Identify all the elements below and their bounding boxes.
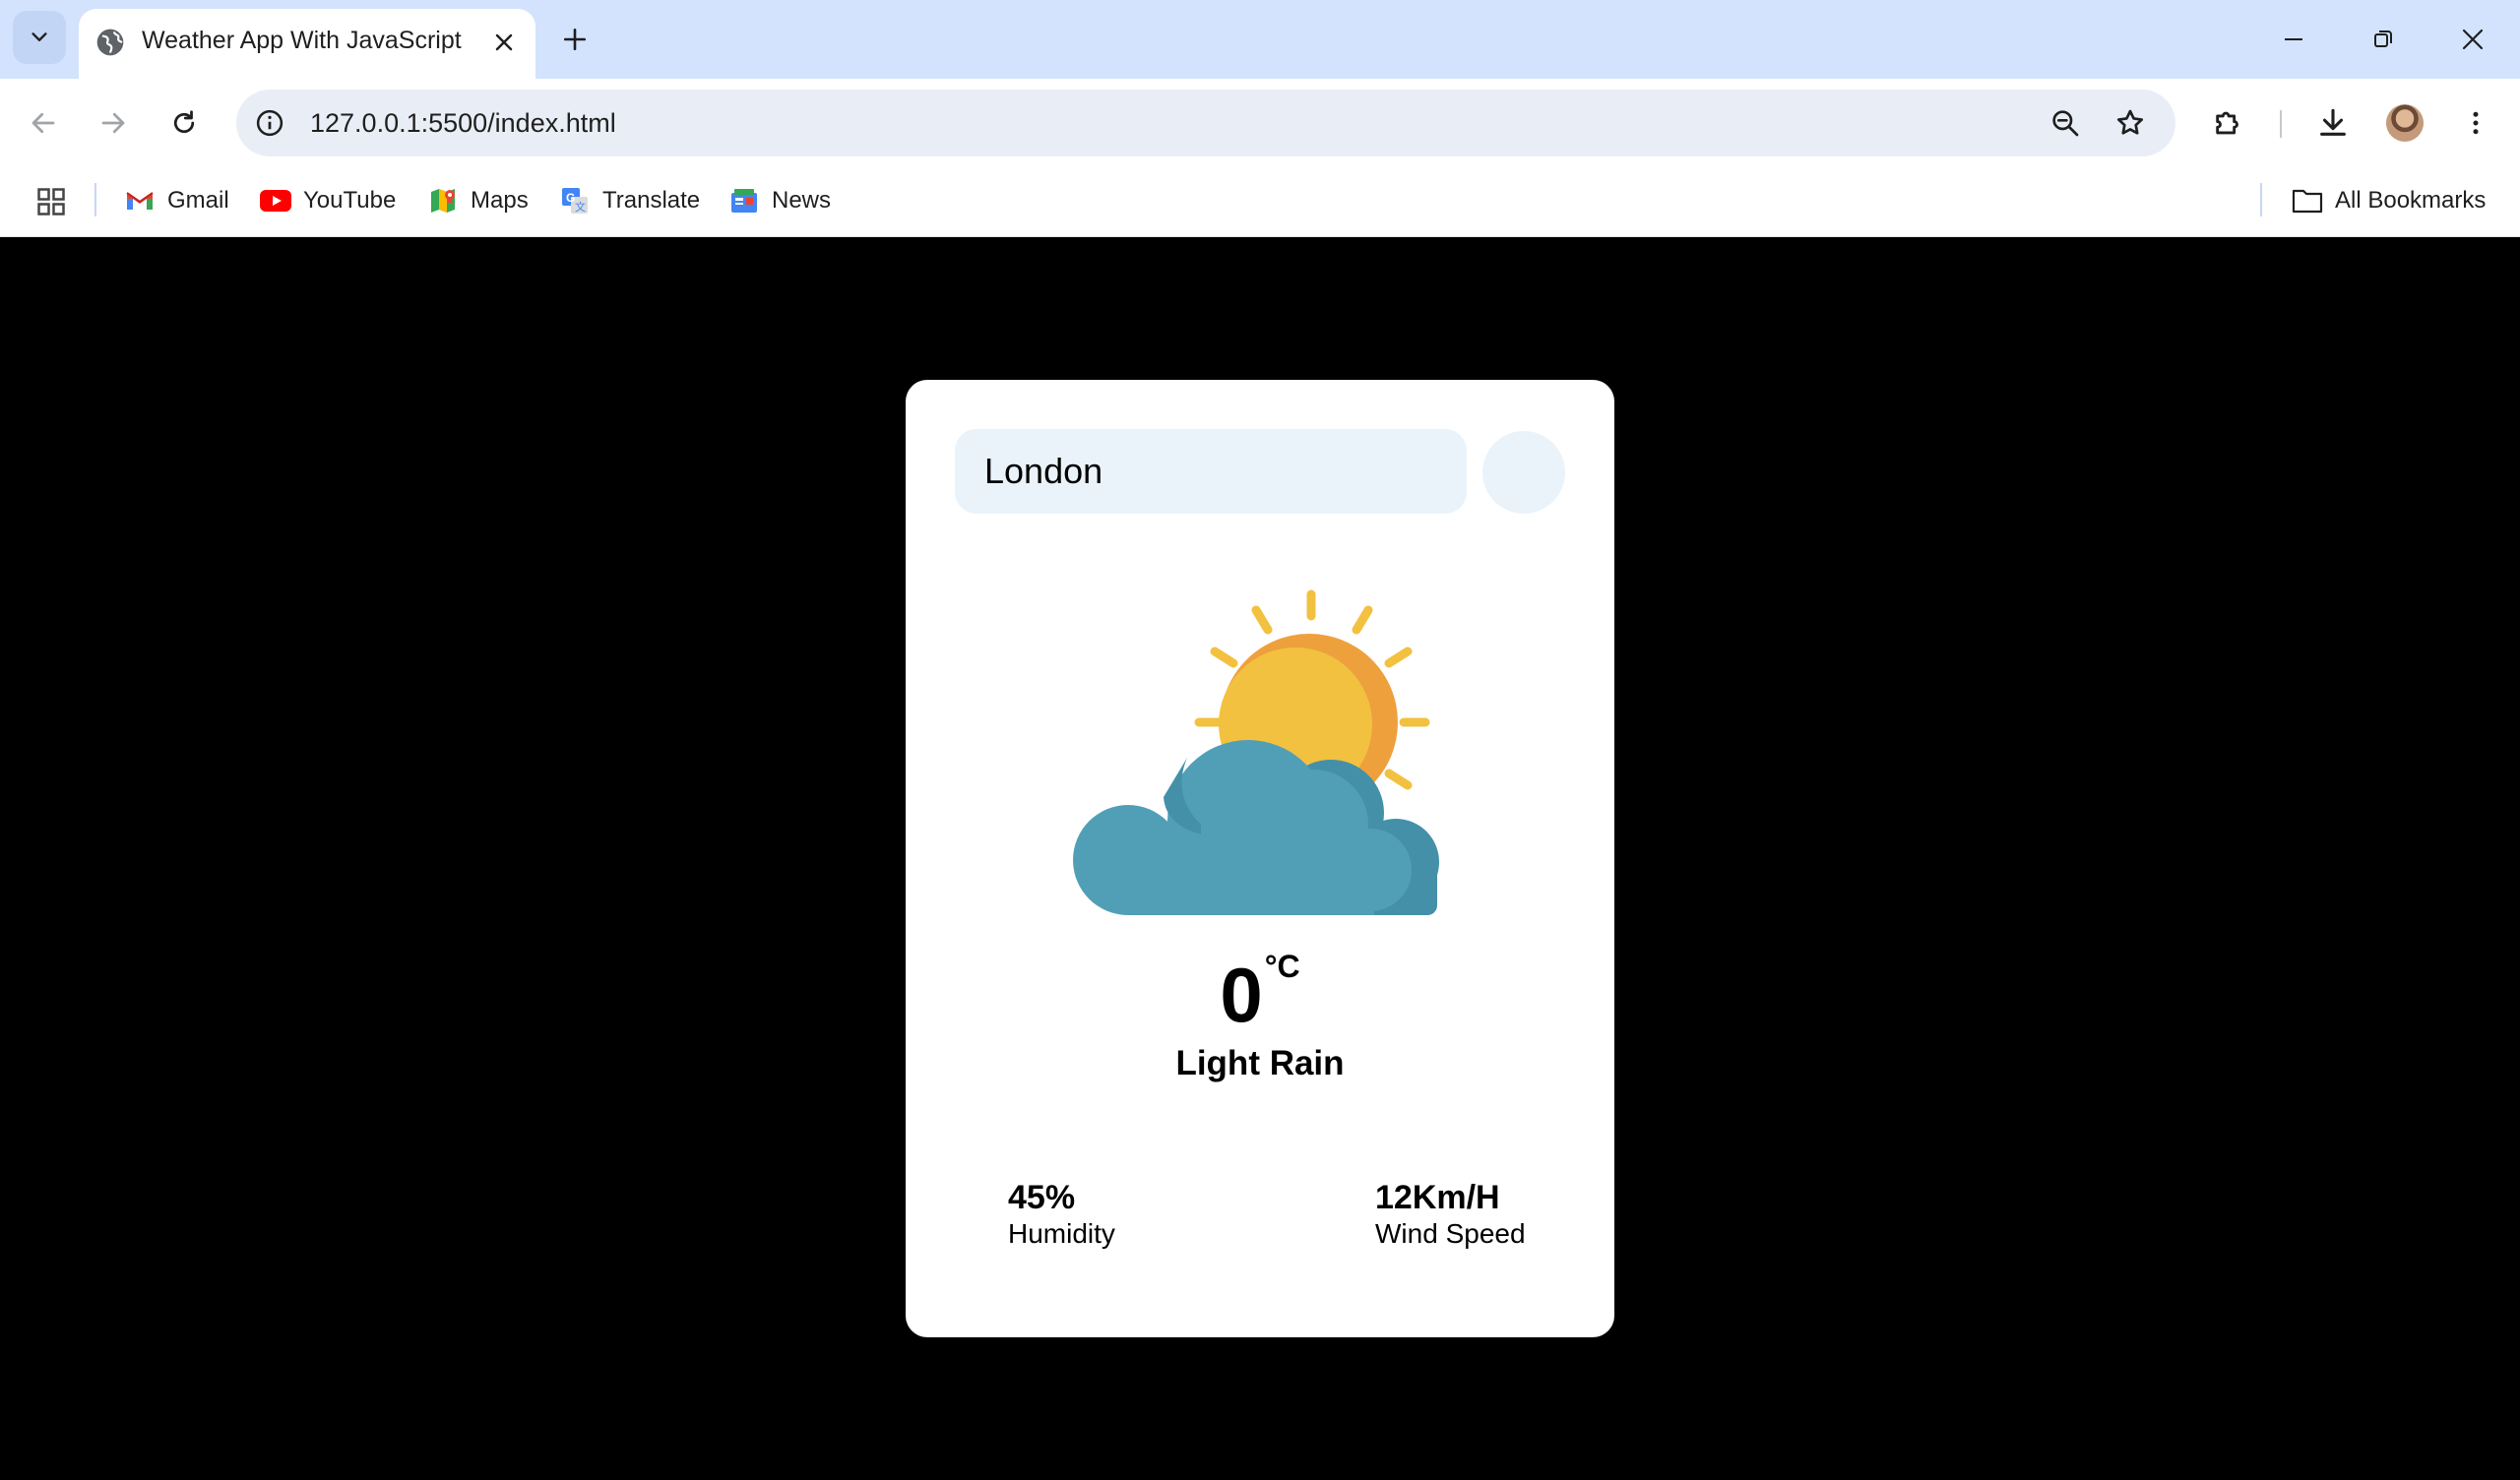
tab-title: Weather App With JavaScript bbox=[142, 27, 462, 54]
site-info-button[interactable] bbox=[252, 105, 287, 141]
new-tab-button[interactable] bbox=[555, 20, 595, 59]
menu-button[interactable] bbox=[2453, 100, 2498, 146]
gmail-icon bbox=[124, 185, 156, 216]
download-icon bbox=[2320, 108, 2346, 136]
tab-strip: Weather App With JavaScript bbox=[0, 0, 2520, 79]
downloads-button[interactable] bbox=[2310, 100, 2356, 146]
minimize-button[interactable] bbox=[2270, 16, 2317, 63]
forward-button[interactable] bbox=[91, 100, 136, 146]
folder-icon bbox=[2292, 185, 2323, 216]
arrow-right-icon bbox=[101, 112, 125, 134]
news-icon bbox=[728, 185, 760, 216]
star-icon bbox=[2116, 109, 2144, 135]
puzzle-icon bbox=[2216, 111, 2238, 135]
globe-icon bbox=[96, 29, 124, 56]
sun-behind-cloud-icon bbox=[1073, 589, 1439, 915]
restore-button[interactable] bbox=[2360, 16, 2407, 63]
temperature-unit: °C bbox=[1264, 949, 1300, 984]
bookmark-translate[interactable]: G文 Translate bbox=[559, 177, 700, 224]
humidity-block: 45% Humidity bbox=[1008, 1179, 1115, 1251]
translate-icon: G文 bbox=[559, 185, 591, 216]
search-button[interactable] bbox=[1482, 431, 1565, 514]
zoom-button[interactable] bbox=[2046, 103, 2085, 143]
toolbar-divider bbox=[2280, 110, 2282, 138]
minimize-icon bbox=[2285, 38, 2302, 40]
profile-avatar[interactable] bbox=[2386, 104, 2424, 142]
bookmark-label: News bbox=[772, 187, 832, 214]
maps-icon bbox=[427, 185, 459, 216]
reload-button[interactable] bbox=[161, 100, 207, 146]
weather-card: 0°C Light Rain 45% Humidity 12Km/H Wind … bbox=[906, 380, 1614, 1337]
bookmark-maps[interactable]: Maps bbox=[427, 177, 529, 224]
svg-text:文: 文 bbox=[575, 200, 586, 214]
page-viewport: 0°C Light Rain 45% Humidity 12Km/H Wind … bbox=[0, 238, 2520, 1480]
all-bookmarks-label: All Bookmarks bbox=[2335, 187, 2487, 214]
bookmark-star-button[interactable] bbox=[2110, 103, 2150, 143]
bookmark-youtube[interactable]: YouTube bbox=[260, 177, 396, 224]
arrow-left-icon bbox=[32, 112, 55, 134]
active-tab[interactable]: Weather App With JavaScript bbox=[79, 9, 536, 79]
wind-value: 12Km/H bbox=[1375, 1179, 1500, 1216]
apps-grid-icon bbox=[37, 188, 65, 216]
plus-icon bbox=[563, 28, 587, 51]
all-bookmarks-button[interactable]: All Bookmarks bbox=[2292, 177, 2486, 224]
extensions-button[interactable] bbox=[2206, 100, 2251, 146]
apps-button[interactable] bbox=[32, 182, 71, 221]
bookmark-label: Gmail bbox=[167, 187, 229, 214]
youtube-icon bbox=[260, 185, 291, 216]
close-icon bbox=[495, 33, 513, 51]
bookmark-label: Maps bbox=[471, 187, 529, 214]
bookmark-gmail[interactable]: Gmail bbox=[124, 177, 229, 224]
close-icon bbox=[2462, 29, 2484, 50]
browser-toolbar: 127.0.0.1:5500/index.html bbox=[0, 79, 2520, 167]
url-text[interactable]: 127.0.0.1:5500/index.html bbox=[310, 108, 616, 139]
wind-label: Wind Speed bbox=[1375, 1218, 1526, 1250]
bookmarks-divider bbox=[94, 183, 96, 216]
info-icon bbox=[256, 109, 284, 137]
humidity-label: Humidity bbox=[1008, 1218, 1115, 1250]
bookmark-label: Translate bbox=[602, 187, 701, 214]
temperature-display: 0°C bbox=[906, 951, 1614, 1038]
reload-icon bbox=[173, 110, 195, 134]
bookmarks-bar: Gmail YouTube Maps G文 Translate News All… bbox=[0, 167, 2520, 237]
city-search-input[interactable] bbox=[955, 429, 1467, 514]
bookmarks-divider bbox=[2260, 183, 2262, 216]
bookmark-news[interactable]: News bbox=[728, 177, 831, 224]
wind-block: 12Km/H Wind Speed bbox=[1375, 1179, 1526, 1251]
tab-search-button[interactable] bbox=[13, 11, 66, 64]
address-bar[interactable]: 127.0.0.1:5500/index.html bbox=[236, 90, 2175, 156]
bookmark-label: YouTube bbox=[303, 187, 397, 214]
weather-description: Light Rain bbox=[1175, 1044, 1345, 1082]
humidity-value: 45% bbox=[1008, 1179, 1076, 1216]
svg-text:G: G bbox=[566, 191, 575, 205]
kebab-menu-icon bbox=[2473, 111, 2479, 135]
temperature-value: 0 bbox=[1220, 952, 1263, 1038]
back-button[interactable] bbox=[21, 100, 66, 146]
restore-icon bbox=[2374, 31, 2392, 47]
chevron-down-icon bbox=[32, 32, 47, 41]
close-window-button[interactable] bbox=[2449, 16, 2496, 63]
zoom-out-icon bbox=[2052, 110, 2079, 137]
tab-close-button[interactable] bbox=[486, 25, 522, 60]
